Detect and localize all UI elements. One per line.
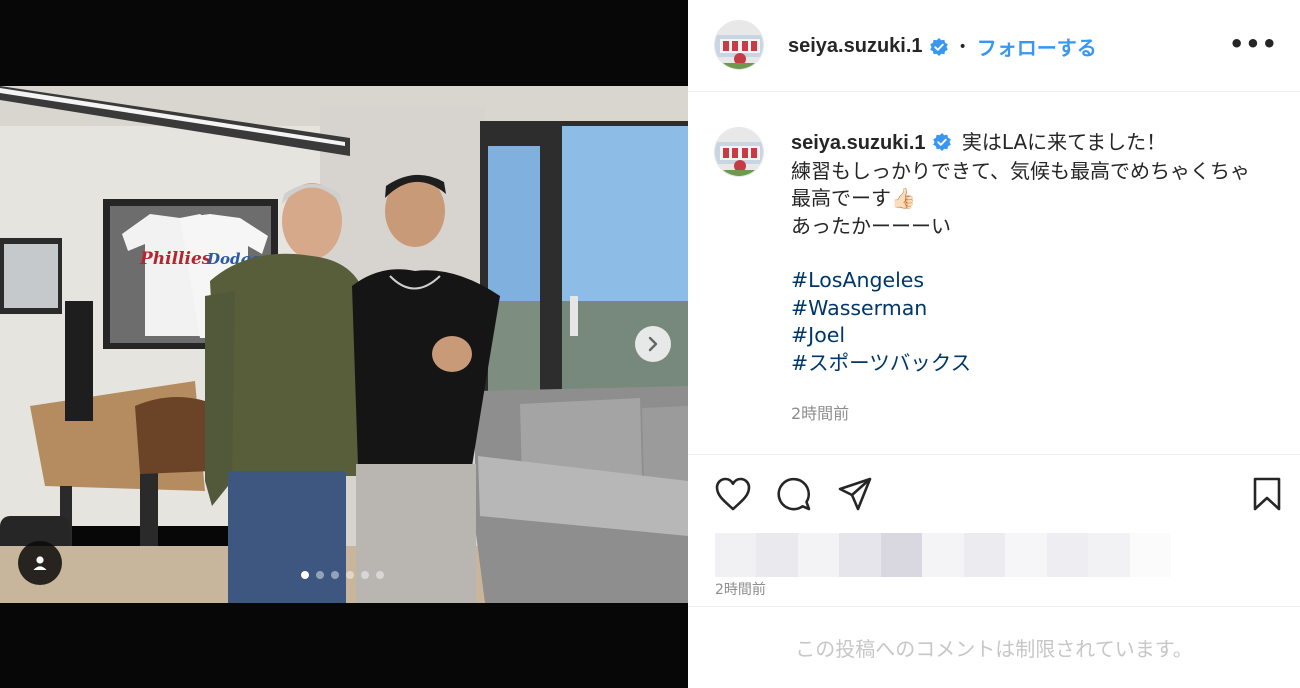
media-viewer: Phillies Dodgers xyxy=(0,0,688,688)
caption-text-line-4: あったかーーーい xyxy=(791,213,951,238)
bookmark-icon[interactable] xyxy=(1252,476,1282,512)
carousel-dot xyxy=(346,571,354,579)
hashtag-link[interactable]: #LosAngeles xyxy=(791,267,1291,295)
caption-username[interactable]: seiya.suzuki.1 xyxy=(791,132,926,154)
caption-text-line-1: 実はLAに来てました！ xyxy=(961,130,1167,154)
carousel-dot xyxy=(301,571,309,579)
hashtag-list: #LosAngeles #Wasserman #Joel #スポーツバックス xyxy=(791,267,1291,377)
carousel-dot xyxy=(316,571,324,579)
comment-area: この投稿へのコメントは制限されています。 xyxy=(688,606,1300,688)
header-user-row: seiya.suzuki.1 • フォローする xyxy=(788,32,1097,61)
likes-count-blurred xyxy=(715,533,1171,577)
user-tag-icon xyxy=(33,556,47,570)
caption-text-line-2: 練習もしっかりできて、気候も最高でめちゃくちゃ xyxy=(791,158,1250,183)
verified-badge-icon xyxy=(929,37,948,56)
caption: seiya.suzuki.1 実はLAに来てました！ 練習もしっかりできて、気候… xyxy=(791,129,1291,377)
header-separator: • xyxy=(958,38,967,55)
header-username[interactable]: seiya.suzuki.1 xyxy=(788,35,923,58)
carousel-indicator xyxy=(301,571,384,579)
share-icon[interactable] xyxy=(837,476,873,512)
caption-avatar[interactable] xyxy=(714,127,764,177)
caption-line: seiya.suzuki.1 実はLAに来てました！ xyxy=(791,129,1291,158)
more-options-icon[interactable]: ••• xyxy=(1229,32,1278,56)
caption-timestamp: 2時間前 xyxy=(791,404,850,423)
post-header: seiya.suzuki.1 • フォローする ••• xyxy=(688,0,1300,92)
chevron-right-icon xyxy=(648,336,658,352)
carousel-dot xyxy=(331,571,339,579)
hashtag-link[interactable]: #Joel xyxy=(791,322,1291,350)
carousel-dot xyxy=(376,571,384,579)
heart-icon[interactable] xyxy=(714,476,752,512)
action-bar xyxy=(688,456,1300,536)
caption-block: seiya.suzuki.1 実はLAに来てました！ 練習もしっかりできて、気候… xyxy=(688,93,1300,455)
jersey-text-left: Phillies xyxy=(139,249,212,269)
comment-icon[interactable] xyxy=(776,476,812,512)
verified-badge-icon xyxy=(932,133,951,151)
post-side-panel: seiya.suzuki.1 • フォローする ••• seiya.suzuki… xyxy=(688,0,1300,688)
hashtag-link[interactable]: #スポーツバックス xyxy=(791,350,1291,378)
post-timestamp: 2時間前 xyxy=(715,582,766,598)
user-tag-button[interactable] xyxy=(18,541,62,585)
post-photo: Phillies Dodgers xyxy=(0,86,688,603)
avatar[interactable] xyxy=(714,20,764,70)
follow-button[interactable]: フォローする xyxy=(977,32,1097,61)
hashtag-link[interactable]: #Wasserman xyxy=(791,295,1291,323)
caption-text-line-3: 最高でーす👍🏻 xyxy=(791,186,916,210)
comments-restricted-notice: この投稿へのコメントは制限されています。 xyxy=(795,637,1193,661)
carousel-next-button[interactable] xyxy=(635,326,671,362)
carousel-dot xyxy=(361,571,369,579)
